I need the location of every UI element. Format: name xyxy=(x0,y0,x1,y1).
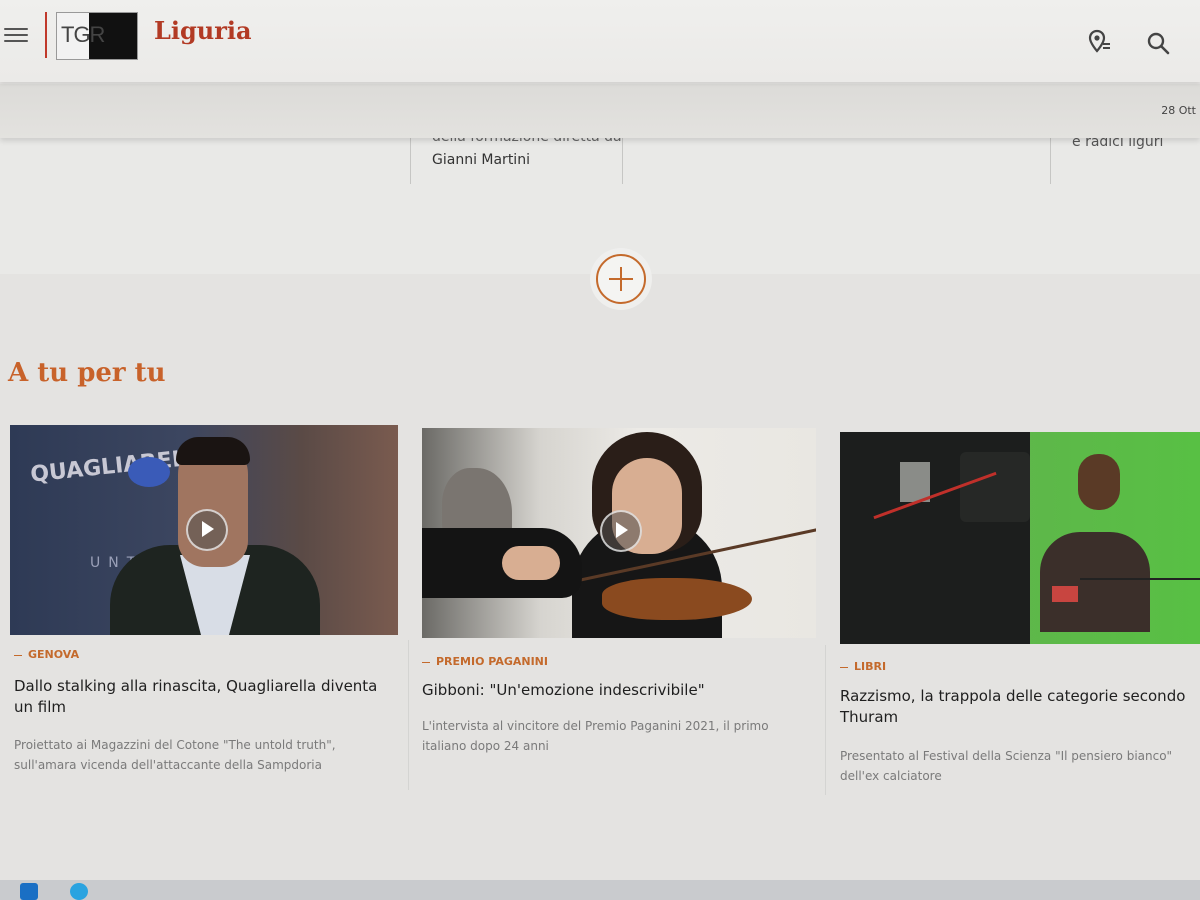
person-head xyxy=(1078,454,1120,510)
search-icon[interactable] xyxy=(1145,30,1171,56)
card-description: Proiettato ai Magazzini del Cotone "The … xyxy=(14,738,336,772)
header-divider xyxy=(45,12,47,58)
video-thumbnail[interactable]: QUAGLIARELLA UNTOLD TRUTH xyxy=(10,425,398,635)
date-label: 28 Ott xyxy=(1161,104,1196,117)
news-card[interactable]: LIBRI Razzismo, la trappola delle catego… xyxy=(840,432,1200,792)
card-kicker[interactable]: PREMIO PAGANINI xyxy=(422,655,548,668)
news-card[interactable]: PREMIO PAGANINI Gibboni: "Un'emozione in… xyxy=(422,428,818,788)
card-title[interactable]: Razzismo, la trappola delle categorie se… xyxy=(840,686,1190,728)
camera-part xyxy=(960,452,1030,522)
logo-text: TGR xyxy=(61,22,105,47)
person-body xyxy=(1040,532,1150,632)
outlook-icon[interactable] xyxy=(20,883,38,900)
region-title[interactable]: Liguria xyxy=(154,16,252,45)
card-title[interactable]: Dallo stalking alla rinascita, Quagliare… xyxy=(14,676,400,718)
column-divider xyxy=(825,645,826,795)
tgr-logo[interactable]: TGR xyxy=(56,12,138,60)
card-description: L'intervista al vincitore del Premio Pag… xyxy=(422,719,769,753)
site-header: TGR Liguria xyxy=(0,0,1200,82)
play-icon[interactable] xyxy=(600,510,642,552)
menu-icon[interactable] xyxy=(4,24,28,46)
person-hand xyxy=(502,546,560,580)
violin xyxy=(602,578,752,620)
video-thumbnail[interactable] xyxy=(422,428,816,638)
book xyxy=(1052,586,1078,602)
column-divider xyxy=(408,640,409,790)
plus-icon[interactable] xyxy=(596,254,646,304)
microphone-stand xyxy=(1080,578,1200,580)
section-title: A tu per tu xyxy=(8,358,166,388)
skype-icon[interactable] xyxy=(70,883,88,900)
column-divider xyxy=(622,138,623,184)
previous-card-text[interactable]: Gianni Martini xyxy=(432,148,530,172)
poster-logo xyxy=(128,457,170,487)
video-thumbnail[interactable] xyxy=(840,432,1200,644)
play-icon[interactable] xyxy=(186,509,228,551)
card-title[interactable]: Gibboni: "Un'emozione indescrivibile" xyxy=(422,680,816,701)
card-kicker[interactable]: LIBRI xyxy=(840,660,886,673)
person-hair xyxy=(176,437,250,465)
previous-news-row xyxy=(0,138,1200,274)
news-card[interactable]: QUAGLIARELLA UNTOLD TRUTH GENOVA Dallo s… xyxy=(10,425,400,785)
card-kicker[interactable]: GENOVA xyxy=(14,648,79,661)
column-divider xyxy=(410,138,411,184)
sub-navigation-bar: 28 Ott xyxy=(0,84,1200,138)
weather-icon[interactable] xyxy=(1086,28,1114,56)
os-taskbar xyxy=(0,880,1200,900)
card-description: Presentato al Festival della Scienza "Il… xyxy=(840,749,1173,783)
column-divider xyxy=(1050,138,1051,184)
